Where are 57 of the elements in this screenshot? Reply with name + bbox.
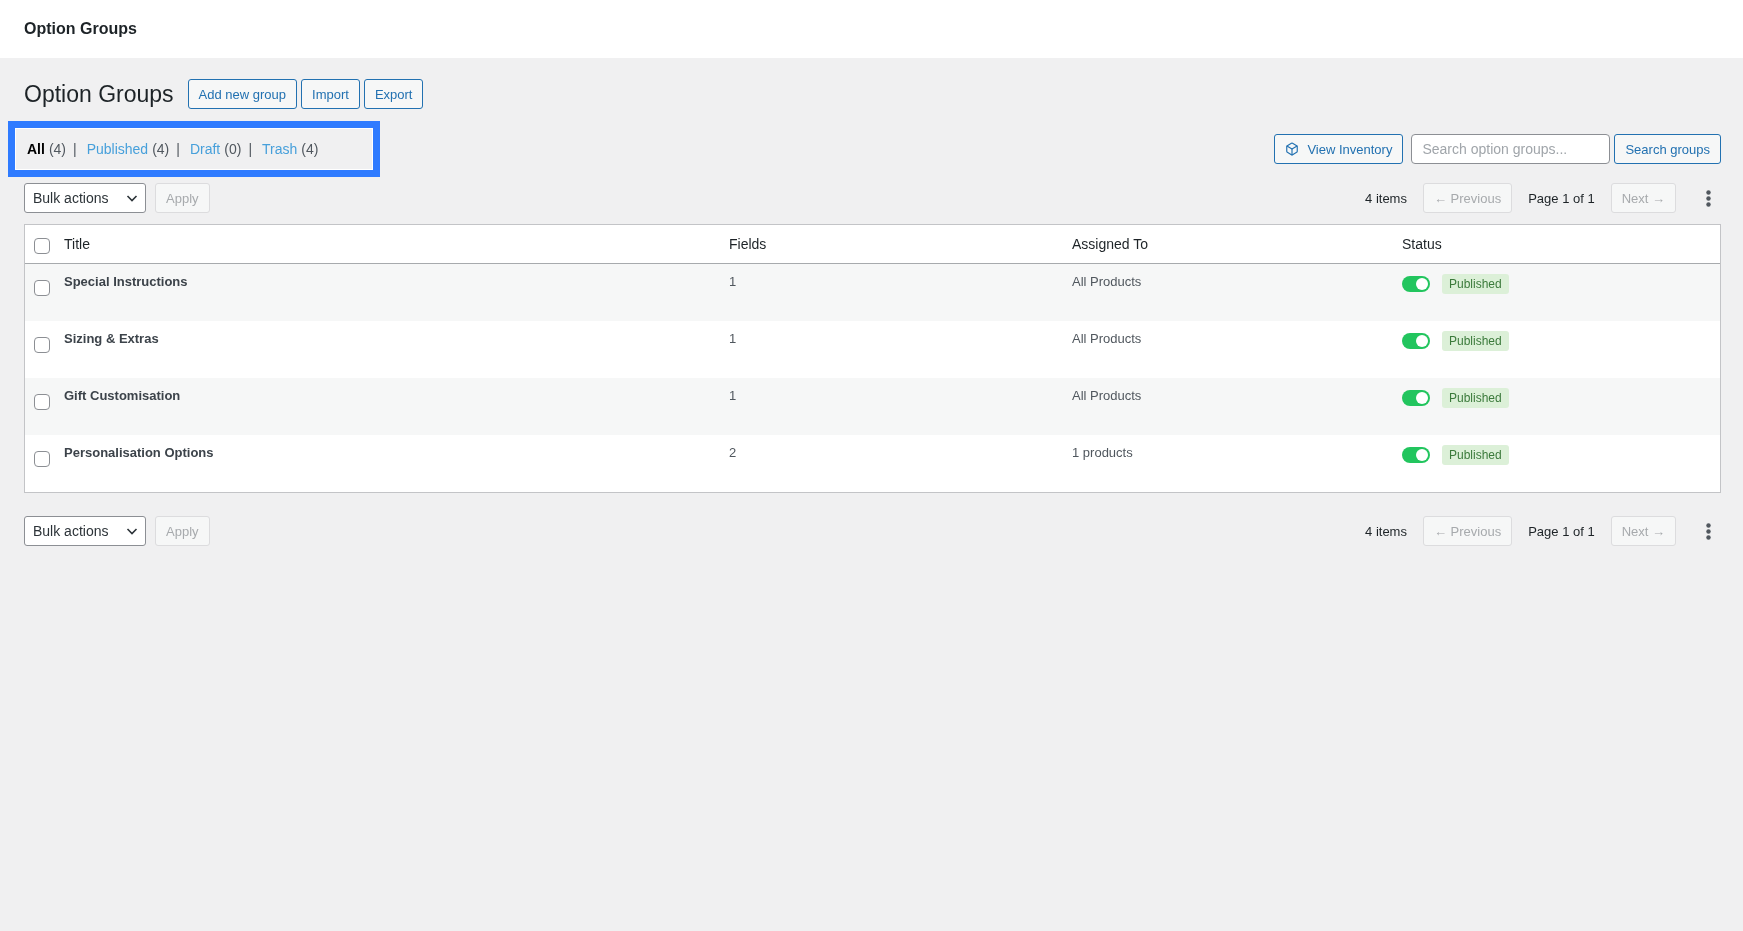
row-checkbox[interactable] <box>34 394 50 410</box>
assigned-to-cell-text: All Products <box>1072 387 1143 405</box>
status-toggle[interactable] <box>1402 333 1430 349</box>
column-header: Title <box>64 236 91 252</box>
filter-link[interactable]: Published <box>86 141 149 157</box>
fields-cell-text: 1 <box>729 387 738 405</box>
item-count: 4 items <box>1365 523 1407 539</box>
row-checkbox[interactable] <box>34 451 50 467</box>
select-all-checkbox[interactable] <box>34 238 50 254</box>
page-info: Page 1 of 1 <box>1528 523 1595 539</box>
column-header: Fields <box>729 236 768 252</box>
header-button[interactable]: Import <box>301 79 360 109</box>
filter-link[interactable]: Draft <box>189 141 221 157</box>
header-button[interactable]: Add new group <box>187 79 298 109</box>
group-title[interactable]: Personalisation Options <box>64 435 729 462</box>
bulk-actions-select[interactable]: Bulk actions <box>24 516 146 546</box>
filter-link[interactable]: Trash <box>262 141 298 157</box>
header-button[interactable]: Export <box>363 79 424 109</box>
fields-cell-text: 1 <box>729 273 738 291</box>
fields-cell-text: 1 <box>729 330 738 348</box>
filter-count: (0) <box>224 141 242 157</box>
column-header: Assigned To <box>1072 236 1149 252</box>
row-checkbox[interactable] <box>34 280 50 296</box>
status-badge: Published <box>1442 331 1509 351</box>
group-title[interactable]: Special Instructions <box>64 264 729 291</box>
filter-separator: | <box>176 141 180 157</box>
row-checkbox[interactable] <box>34 337 50 353</box>
page-title: Option Groups <box>24 80 174 109</box>
filter-separator: | <box>248 141 253 157</box>
status-toggle[interactable] <box>1402 447 1430 463</box>
bulk-actions-select[interactable]: Bulk actions <box>24 183 146 213</box>
cube-icon <box>1285 142 1300 156</box>
filter-link[interactable]: All <box>27 141 45 157</box>
status-badge: Published <box>1442 274 1509 294</box>
item-count: 4 items <box>1365 190 1407 206</box>
group-title[interactable]: Gift Customisation <box>64 378 729 405</box>
fields-cell-text: 2 <box>729 444 738 462</box>
search-button[interactable]: Search groups <box>1614 134 1721 164</box>
more-options-icon[interactable] <box>1706 189 1711 207</box>
filter-count: (4) <box>48 141 66 157</box>
view-inventory-button[interactable]: View Inventory <box>1274 134 1404 164</box>
top-bar-title: Option Groups <box>24 20 137 38</box>
assigned-to-cell-text: All Products <box>1072 330 1143 348</box>
status-badge: Published <box>1442 388 1509 408</box>
filter-count: (4) <box>152 141 170 157</box>
more-options-icon[interactable] <box>1706 522 1711 540</box>
filter-count: (4) <box>301 141 319 157</box>
assigned-to-cell-text: 1 products <box>1072 444 1134 462</box>
assigned-to-cell-text: All Products <box>1072 273 1143 291</box>
page-info: Page 1 of 1 <box>1528 190 1595 206</box>
status-toggle[interactable] <box>1402 390 1430 406</box>
group-title[interactable]: Sizing & Extras <box>64 321 729 348</box>
search-field[interactable]: Search option groups... <box>1411 134 1611 164</box>
status-badge: Published <box>1442 445 1509 465</box>
status-toggle[interactable] <box>1402 276 1430 292</box>
filter-separator: | <box>73 141 77 157</box>
column-header: Status <box>1402 236 1443 252</box>
